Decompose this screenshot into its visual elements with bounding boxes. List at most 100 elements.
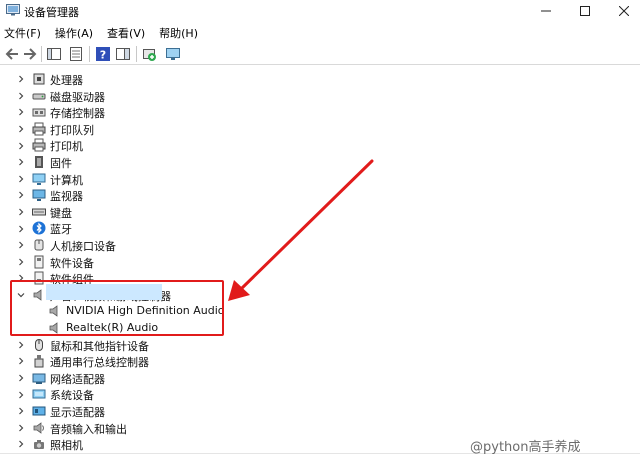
printer-icon	[32, 138, 46, 152]
minimize-button[interactable]	[526, 0, 566, 22]
toolbar-separator	[136, 46, 137, 62]
chevron-right-icon[interactable]	[16, 370, 26, 386]
tree-category-row[interactable]: 软件设备	[0, 254, 600, 271]
tree-category-row[interactable]: 显示适配器	[0, 403, 600, 420]
tree-category-row[interactable]: 处理器	[0, 71, 600, 88]
tree-item-label: 人机接口设备	[50, 240, 116, 253]
tree-item-label: 蓝牙	[50, 223, 72, 237]
tree-item-label: 鼠标和其他指针设备	[50, 339, 149, 353]
chevron-right-icon[interactable]	[16, 171, 26, 187]
annotation-highlight-box	[10, 280, 224, 336]
chevron-right-icon[interactable]	[16, 436, 26, 452]
system-device-icon	[32, 387, 46, 401]
disk-drive-icon	[32, 89, 46, 103]
menu-file[interactable]: 文件(F)	[4, 25, 41, 43]
chevron-right-icon[interactable]	[16, 104, 26, 120]
camera-icon	[32, 437, 46, 451]
tree-category-row[interactable]: 通用串行总线控制器	[0, 353, 600, 370]
chevron-right-icon[interactable]	[16, 204, 26, 220]
hid-icon	[32, 238, 46, 252]
maximize-icon	[580, 6, 590, 16]
tree-category-row[interactable]: 人机接口设备	[0, 237, 600, 254]
title-bar: 设备管理器	[0, 0, 640, 22]
display-adapter-icon	[32, 404, 46, 418]
tree-category-row[interactable]: 计算机	[0, 171, 600, 188]
keyboard-icon	[32, 205, 46, 219]
chevron-right-icon[interactable]	[16, 154, 26, 170]
chevron-right-icon[interactable]	[16, 254, 26, 270]
tree-item-label: 显示适配器	[50, 406, 105, 419]
window-title: 设备管理器	[24, 6, 79, 19]
chevron-right-icon[interactable]	[16, 237, 26, 253]
tree-category-row[interactable]: 监视器	[0, 187, 600, 204]
chevron-right-icon[interactable]	[16, 221, 26, 237]
chevron-right-icon[interactable]	[16, 387, 26, 403]
tree-category-row[interactable]: 蓝牙	[0, 220, 600, 237]
chevron-right-icon[interactable]	[16, 138, 26, 154]
menu-action[interactable]: 操作(A)	[55, 25, 93, 43]
tree-category-row[interactable]: 打印队列	[0, 121, 600, 138]
minimize-icon	[541, 10, 551, 12]
tree-item-label: 网络适配器	[50, 372, 105, 386]
tree-category-row[interactable]: 系统设备	[0, 386, 600, 403]
tree-category-row[interactable]: 打印机	[0, 137, 600, 154]
bluetooth-icon	[32, 221, 46, 235]
toolbar-separator	[89, 46, 90, 62]
menu-help[interactable]: 帮助(H)	[159, 25, 198, 43]
print-queue-icon	[32, 122, 46, 136]
vertical-scrollbar[interactable]	[626, 68, 640, 453]
firmware-icon	[32, 155, 46, 169]
usb-icon	[32, 354, 46, 368]
device-manager-icon	[6, 4, 20, 16]
chevron-right-icon[interactable]	[16, 121, 26, 137]
storage-controller-icon	[32, 105, 46, 119]
tree-item-label: 照相机	[50, 439, 83, 453]
tree-item-label: 计算机	[50, 173, 83, 187]
monitor-icon[interactable]	[165, 46, 181, 62]
menu-view[interactable]: 查看(V)	[107, 25, 145, 43]
tree-category-row[interactable]: 存储控制器	[0, 104, 600, 121]
tree-category-row[interactable]: 鼠标和其他指针设备	[0, 337, 600, 354]
tree-category-row[interactable]: 固件	[0, 154, 600, 171]
tree-category-row[interactable]: 键盘	[0, 204, 600, 221]
close-button[interactable]	[604, 0, 640, 22]
tree-item-label: 固件	[50, 157, 72, 170]
toolbar: ?	[0, 43, 640, 65]
chevron-right-icon[interactable]	[16, 403, 26, 419]
close-icon	[619, 6, 629, 16]
properties-icon[interactable]	[68, 46, 84, 62]
tree-category-row[interactable]: 磁盘驱动器	[0, 88, 600, 105]
computer-icon	[32, 172, 46, 186]
chevron-right-icon[interactable]	[16, 337, 26, 353]
chevron-right-icon[interactable]	[16, 71, 26, 87]
audio-io-icon	[32, 421, 46, 435]
chevron-right-icon[interactable]	[16, 187, 26, 203]
show-hide-tree-icon[interactable]	[46, 46, 62, 62]
tree-item-label: 软件设备	[50, 256, 94, 270]
forward-arrow-icon[interactable]	[22, 46, 38, 62]
action-pane-icon[interactable]	[115, 46, 131, 62]
chevron-right-icon[interactable]	[16, 420, 26, 436]
maximize-button[interactable]	[565, 0, 605, 22]
tree-item-label: 打印队列	[50, 123, 94, 137]
toolbar-separator	[41, 46, 42, 62]
tree-item-label: 键盘	[50, 206, 72, 220]
tree-category-row[interactable]: 音频输入和输出	[0, 420, 600, 437]
menu-bar: 文件(F) 操作(A) 查看(V) 帮助(H)	[0, 25, 198, 43]
tree-item-label: 音频输入和输出	[50, 422, 127, 436]
help-icon[interactable]: ?	[95, 46, 111, 62]
chevron-right-icon[interactable]	[16, 88, 26, 104]
tree-item-label: 存储控制器	[50, 107, 105, 121]
watermark-text: @python高手养成	[470, 440, 581, 455]
tree-category-row[interactable]: 网络适配器	[0, 370, 600, 387]
svg-text:?: ?	[100, 49, 106, 62]
tree-item-label: 磁盘驱动器	[50, 90, 105, 104]
tree-item-label: 处理器	[50, 74, 83, 87]
tree-item-label: 通用串行总线控制器	[50, 356, 149, 370]
update-driver-icon[interactable]	[141, 46, 157, 62]
software-device-icon	[32, 255, 46, 269]
network-adapter-icon	[32, 371, 46, 385]
chevron-right-icon[interactable]	[16, 353, 26, 369]
back-arrow-icon[interactable]	[4, 46, 20, 62]
mouse-icon	[32, 338, 46, 352]
